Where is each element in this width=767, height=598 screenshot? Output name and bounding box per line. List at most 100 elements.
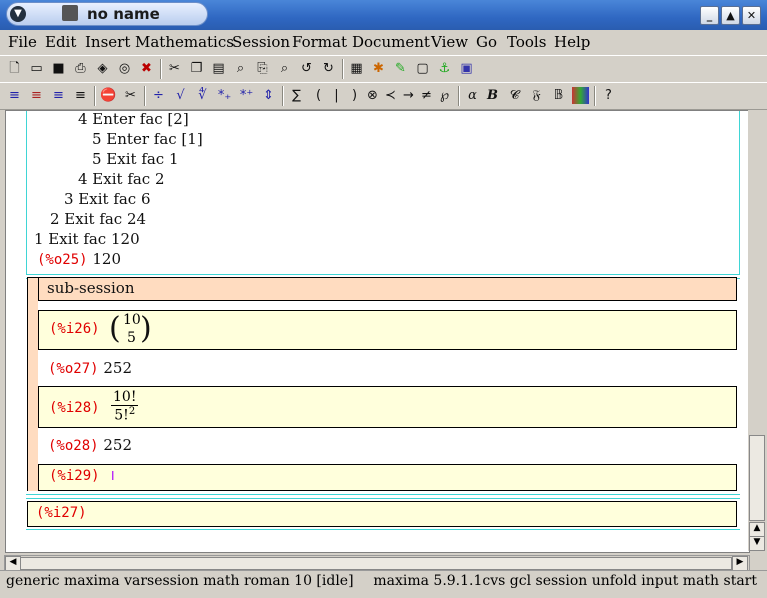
copy-icon[interactable]: ❐ — [188, 60, 205, 77]
sqrt-icon[interactable]: √ — [172, 87, 189, 104]
replace-icon[interactable]: ⎘ — [254, 60, 271, 77]
print-icon[interactable]: ⎙ — [72, 60, 89, 77]
redo-icon[interactable]: ↻ — [320, 60, 337, 77]
menu-bar: File Edit Insert Mathematics Session For… — [0, 30, 767, 52]
input-label: (%i28) — [49, 400, 100, 416]
close-icon[interactable]: ✕ — [742, 6, 761, 25]
menu-tools[interactable]: Tools — [507, 33, 546, 51]
output-label: (%o25) — [37, 252, 88, 268]
link-icon[interactable]: ⚓ — [436, 60, 453, 77]
output-value: 120 — [92, 250, 121, 268]
menu-view[interactable]: View — [431, 33, 468, 51]
fraction: 10! 5!2 — [111, 389, 139, 424]
format-toolbar: ≡ ≡ ≡ ≡ ⛔ ✂ ÷ √ ∜ *₊ *⁺ ⇕ ∑ ( | ) ⊗ ≺ → … — [0, 82, 767, 110]
menu-file[interactable]: File — [8, 33, 37, 51]
globe-icon[interactable]: ◎ — [116, 60, 133, 77]
menu-edit[interactable]: Edit — [45, 33, 76, 51]
menu-insert[interactable]: Insert — [85, 33, 130, 51]
frame-line — [26, 111, 27, 274]
input-label: (%i26) — [49, 321, 100, 337]
neq-icon[interactable]: ≠ — [418, 87, 435, 104]
monitor-icon[interactable]: ▣ — [458, 60, 475, 77]
bold-math-icon[interactable]: B — [484, 87, 501, 104]
new-document-icon[interactable]: 🗋 — [6, 60, 23, 77]
trace-line: 2 Exit fac 24 — [50, 210, 147, 228]
package-icon[interactable]: ◈ — [94, 60, 111, 77]
document-area[interactable]: 4 Enter fac [2] 5 Enter fac [1] 5 Exit f… — [5, 110, 750, 553]
above-below-icon[interactable]: ⇕ — [260, 87, 277, 104]
frame-line — [739, 111, 740, 274]
menu-help[interactable]: Help — [554, 33, 590, 51]
save-icon[interactable]: ■ — [50, 60, 67, 77]
fraction-numerator: 10! — [111, 389, 139, 406]
align-center-icon[interactable]: ≡ — [28, 87, 45, 104]
input-i29[interactable]: (%i29) I — [38, 464, 737, 491]
scroll-down-icon[interactable]: ▼ — [749, 536, 765, 551]
trace-line: 5 Enter fac [1] — [92, 130, 203, 148]
prec-icon[interactable]: ≺ — [382, 87, 399, 104]
fraction-denominator: 5!2 — [111, 406, 138, 424]
vertical-scrollbar[interactable]: ▲ ▼ — [748, 110, 765, 551]
scroll-left-icon[interactable]: ◀ — [5, 556, 21, 571]
scissors-session-icon[interactable]: ✂ — [122, 87, 139, 104]
bar-icon[interactable]: | — [328, 87, 345, 104]
menu-go[interactable]: Go — [476, 33, 497, 51]
input-i28[interactable]: (%i28) 10! 5!2 — [38, 386, 737, 428]
minimize-icon[interactable]: _ — [700, 6, 719, 25]
find-icon[interactable]: ⌕ — [232, 60, 249, 77]
menu-document[interactable]: Document — [352, 33, 430, 51]
frame-line — [26, 498, 740, 499]
undo-icon[interactable]: ↺ — [298, 60, 315, 77]
menu-format[interactable]: Format — [292, 33, 347, 51]
help-icon[interactable]: ? — [600, 87, 617, 104]
output-label: (%o27) — [48, 361, 99, 377]
input-label: (%i29) — [49, 468, 100, 484]
image-icon[interactable]: ✱ — [370, 60, 387, 77]
output-value: 252 — [103, 359, 132, 377]
align-right-icon[interactable]: ≡ — [50, 87, 67, 104]
subsession-header[interactable]: sub-session — [38, 277, 737, 301]
fraktur-icon[interactable]: 𝔉 — [528, 87, 545, 104]
denominator-exponent: 2 — [128, 406, 136, 417]
menu-mathematics[interactable]: Mathematics — [135, 33, 234, 51]
blackboard-icon[interactable]: 𝔹 — [550, 87, 567, 104]
justify-icon[interactable]: ≡ — [72, 87, 89, 104]
subscript-icon[interactable]: *₊ — [216, 87, 233, 104]
menu-session[interactable]: Session — [232, 33, 290, 51]
table-icon[interactable]: ▦ — [348, 60, 365, 77]
frame-icon[interactable]: ▢ — [414, 60, 431, 77]
horizontal-scroll-thumb[interactable] — [20, 557, 732, 570]
input-i27[interactable]: (%i27) — [27, 501, 737, 527]
title-bar: ▼ no name _ ▲ ✕ — [0, 0, 767, 30]
toolbar-separator — [144, 86, 146, 106]
maximize-icon[interactable]: ▲ — [721, 6, 740, 25]
nth-root-icon[interactable]: ∜ — [194, 87, 211, 104]
toolbar-separator — [342, 59, 344, 79]
otimes-icon[interactable]: ⊗ — [364, 87, 381, 104]
align-left-icon[interactable]: ≡ — [6, 87, 23, 104]
color-icon[interactable] — [572, 87, 589, 104]
input-i26[interactable]: (%i26) ( 10 5 ) — [38, 310, 737, 350]
window-menu-icon[interactable]: ▼ — [10, 6, 26, 22]
divide-icon[interactable]: ÷ — [150, 87, 167, 104]
spell-check-icon[interactable]: ⌕ — [276, 60, 293, 77]
sum-icon[interactable]: ∑ — [288, 87, 305, 104]
cut-icon[interactable]: ✂ — [166, 60, 183, 77]
pencil-icon[interactable]: ✎ — [392, 60, 409, 77]
cancel-icon[interactable]: ✖ — [138, 60, 155, 77]
vertical-scroll-thumb[interactable] — [749, 435, 765, 521]
calligraphic-icon[interactable]: 𝓒 — [506, 87, 523, 104]
status-right: maxima 5.9.1.1cvs gcl session unfold inp… — [373, 573, 757, 589]
open-icon[interactable]: ▭ — [28, 60, 45, 77]
scroll-up-icon[interactable]: ▲ — [749, 522, 765, 537]
greek-icon[interactable]: α — [464, 87, 481, 104]
weierstrass-icon[interactable]: ℘ — [436, 87, 453, 104]
superscript-icon[interactable]: *⁺ — [238, 87, 255, 104]
arrow-icon[interactable]: → — [400, 87, 417, 104]
paste-icon[interactable]: ▤ — [210, 60, 227, 77]
right-paren-icon[interactable]: ) — [346, 87, 363, 104]
stop-icon[interactable]: ⛔ — [100, 87, 117, 104]
scroll-right-icon[interactable]: ▶ — [732, 556, 748, 571]
left-paren-icon[interactable]: ( — [310, 87, 327, 104]
binomial-top: 10 — [123, 312, 141, 328]
